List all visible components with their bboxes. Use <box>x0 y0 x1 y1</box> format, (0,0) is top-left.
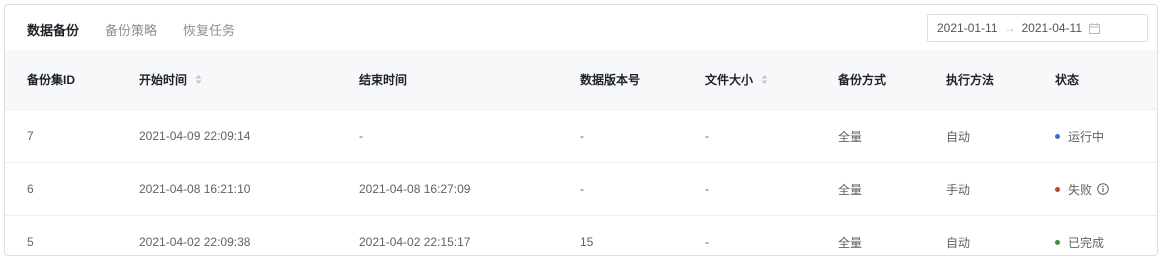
column-header-exec-method: 执行方法 <box>946 73 995 87</box>
column-header-status: 状态 <box>1055 73 1080 87</box>
cell-data-version: - <box>580 182 584 196</box>
cell-backup-method: 全量 <box>838 129 863 144</box>
table-row[interactable]: 6 2021-04-08 16:21:10 2021-04-08 16:27:0… <box>5 163 1157 216</box>
date-range-picker[interactable]: 2021-01-11 → 2021-04-11 <box>927 14 1148 42</box>
cell-data-version: 15 <box>580 235 594 249</box>
cell-backup-id: 5 <box>27 235 34 249</box>
status-dot <box>1055 186 1060 192</box>
cell-data-version: - <box>580 129 584 143</box>
cell-end-time: 2021-04-08 16:27:09 <box>359 182 471 196</box>
backup-panel: 数据备份 备份策略 恢复任务 2021-01-11 → 2021-04-11 备… <box>4 4 1158 256</box>
table-row[interactable]: 5 2021-04-02 22:09:38 2021-04-02 22:15:1… <box>5 216 1157 255</box>
status-dot <box>1055 239 1060 245</box>
table-row[interactable]: 7 2021-04-09 22:09:14 - - - 全量 自动 运行中 <box>5 110 1157 163</box>
status-dot <box>1055 133 1060 139</box>
cell-end-time: 2021-04-02 22:15:17 <box>359 235 471 249</box>
cell-status: 已完成 <box>1055 216 1105 255</box>
cell-start-time: 2021-04-08 16:21:10 <box>139 182 251 196</box>
cell-start-time: 2021-04-02 22:09:38 <box>139 235 251 249</box>
column-header-backup-id: 备份集ID <box>27 73 76 87</box>
tab-bar: 数据备份 备份策略 恢复任务 2021-01-11 → 2021-04-11 <box>5 5 1157 50</box>
tab-backup-policy[interactable]: 备份策略 <box>105 20 157 39</box>
cell-end-time: - <box>359 129 363 143</box>
status-label: 失败 <box>1068 182 1093 197</box>
status-label: 已完成 <box>1068 235 1105 250</box>
cell-backup-method: 全量 <box>838 235 863 250</box>
column-header-data-version: 数据版本号 <box>580 73 641 87</box>
cell-exec-method: 自动 <box>946 235 971 250</box>
date-range-start[interactable]: 2021-01-11 <box>937 21 998 35</box>
cell-status: 失败 <box>1055 163 1109 215</box>
cell-start-time: 2021-04-09 22:09:14 <box>139 129 251 143</box>
tab-data-backup[interactable]: 数据备份 <box>27 20 79 39</box>
status-label: 运行中 <box>1068 129 1105 144</box>
cell-file-size: - <box>705 235 709 249</box>
date-range-end[interactable]: 2021-04-11 <box>1022 21 1083 35</box>
cell-backup-id: 7 <box>27 129 34 143</box>
column-header-file-size[interactable]: 文件大小 <box>705 50 768 109</box>
sort-icon[interactable] <box>195 74 202 85</box>
cell-backup-method: 全量 <box>838 182 863 197</box>
cell-exec-method: 手动 <box>946 182 971 197</box>
cell-backup-id: 6 <box>27 182 34 196</box>
sort-icon[interactable] <box>761 74 768 85</box>
column-header-start-time[interactable]: 开始时间 <box>139 50 202 109</box>
cell-file-size: - <box>705 129 709 143</box>
cell-exec-method: 自动 <box>946 129 971 144</box>
tab-restore-tasks[interactable]: 恢复任务 <box>183 20 235 39</box>
column-header-backup-method: 备份方式 <box>838 73 887 87</box>
cell-status: 运行中 <box>1055 110 1104 162</box>
column-header-end-time: 结束时间 <box>359 73 408 87</box>
info-icon[interactable] <box>1097 183 1109 195</box>
date-range-separator: → <box>1003 21 1016 35</box>
table-header: 备份集ID 开始时间 结束时间 数据版本号 文件大小 备份方式 执行方法 状态 <box>5 50 1157 110</box>
calendar-icon[interactable] <box>1089 22 1100 34</box>
cell-file-size: - <box>705 182 709 196</box>
